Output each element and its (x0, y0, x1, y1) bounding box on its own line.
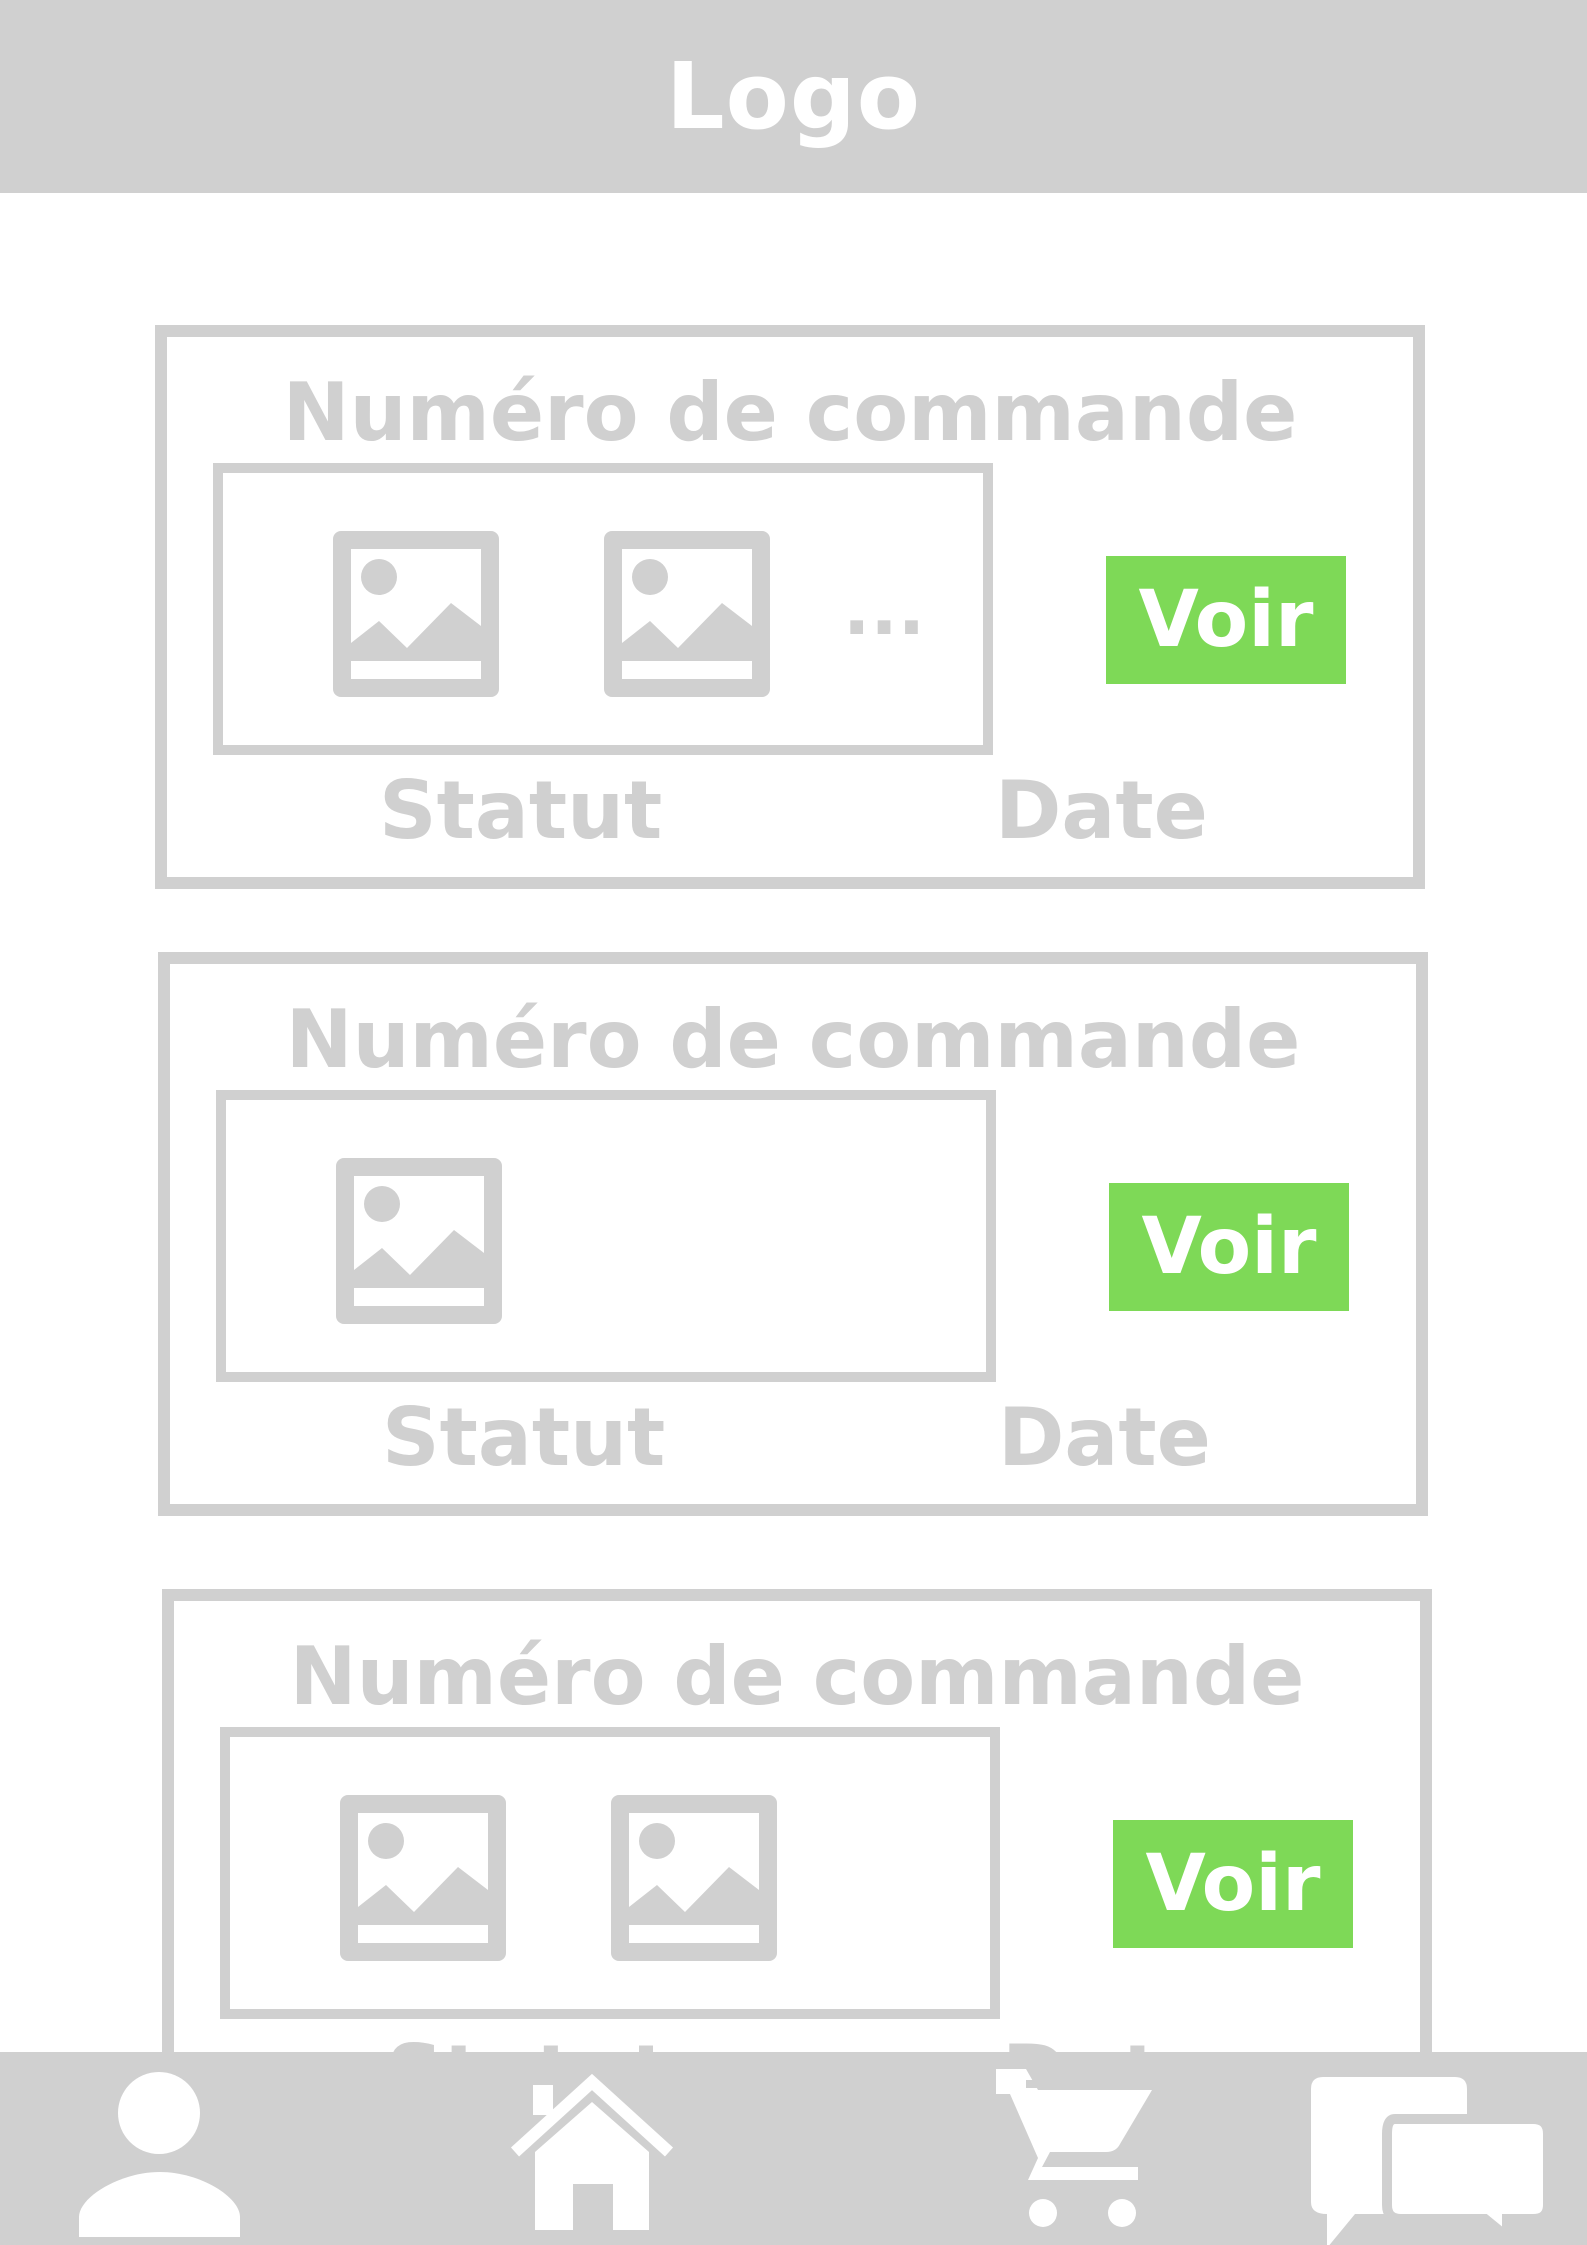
order-number-label: Numéro de commande (289, 1630, 1305, 1723)
order-items-box (220, 1727, 1000, 2019)
order-items-box: ... (213, 463, 993, 755)
order-date-label: Date (995, 764, 1208, 857)
image-placeholder-icon (336, 1158, 502, 1324)
image-placeholder-icon (611, 1795, 777, 1961)
order-card: Numéro de commande ... Voir Statut Date (155, 325, 1425, 889)
view-order-button[interactable]: Voir (1113, 1820, 1353, 1948)
order-status-label: Statut (382, 1391, 666, 1484)
order-card: Numéro de commande Voir Statut Date (158, 952, 1428, 1516)
view-order-button[interactable]: Voir (1106, 556, 1346, 684)
more-items-indicator: ... (843, 567, 926, 651)
nav-profile-button[interactable] (70, 2052, 250, 2245)
order-number-label: Numéro de commande (282, 366, 1298, 459)
cart-icon (996, 2069, 1152, 2227)
order-status-label: Statut (379, 764, 663, 857)
view-order-button[interactable]: Voir (1109, 1183, 1349, 1311)
user-icon (79, 2072, 240, 2237)
nav-home-button[interactable] (505, 2052, 685, 2245)
bottom-navigation (0, 2052, 1587, 2245)
chat-icon (1311, 2077, 1553, 2245)
nav-messages-button[interactable] (1305, 2052, 1555, 2245)
home-icon (510, 2073, 674, 2230)
image-placeholder-icon (333, 531, 499, 697)
order-items-box (216, 1090, 996, 1382)
image-placeholder-icon (340, 1795, 506, 1961)
nav-cart-button[interactable] (990, 2052, 1170, 2245)
image-placeholder-icon (604, 531, 770, 697)
header: Logo (0, 0, 1587, 193)
order-number-label: Numéro de commande (285, 993, 1301, 1086)
logo[interactable]: Logo (666, 50, 921, 143)
order-date-label: Date (998, 1391, 1211, 1484)
